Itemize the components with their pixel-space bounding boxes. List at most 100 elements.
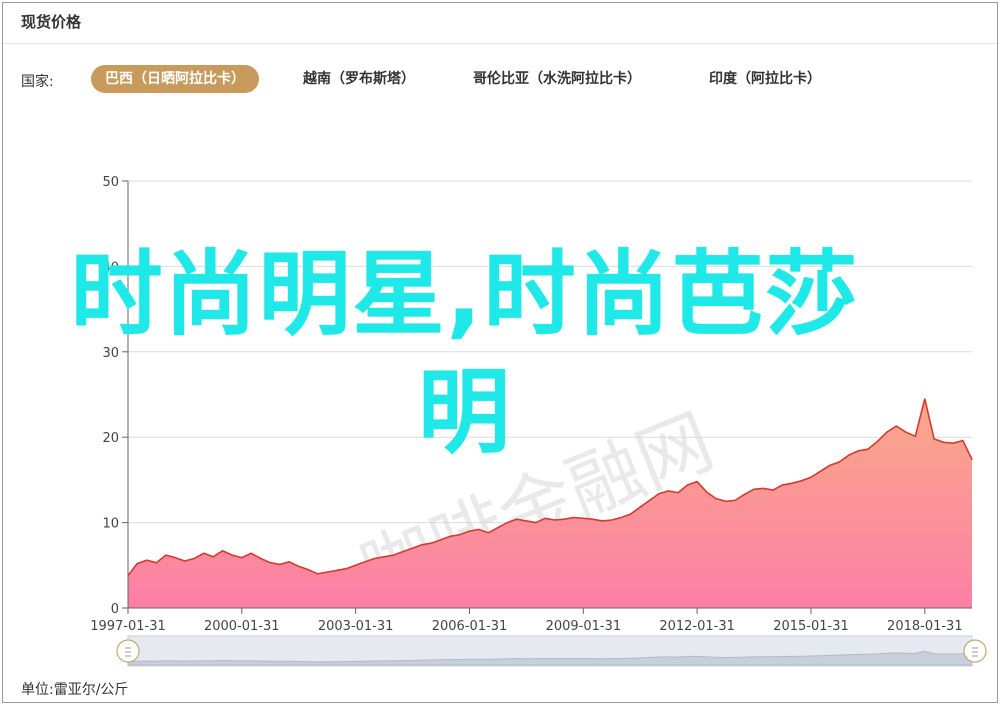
data-point bbox=[611, 519, 613, 521]
data-point bbox=[886, 431, 888, 433]
slider-handle-knob[interactable] bbox=[963, 639, 987, 663]
data-point bbox=[516, 518, 518, 520]
data-point bbox=[962, 440, 964, 442]
data-point bbox=[952, 442, 954, 444]
data-point bbox=[355, 564, 357, 566]
data-point bbox=[781, 484, 783, 486]
data-point bbox=[193, 557, 195, 560]
data-point bbox=[506, 522, 508, 524]
data-point bbox=[762, 487, 765, 489]
data-point bbox=[734, 499, 736, 501]
data-point bbox=[421, 544, 423, 546]
price-chart: 咖啡金融网 010203040501997-01-31 2000-01-31 200… bbox=[90, 175, 987, 667]
data-point bbox=[791, 482, 793, 484]
x-tick-label: 2018-01-31 bbox=[887, 619, 963, 634]
data-point bbox=[345, 568, 347, 570]
data-point bbox=[364, 561, 366, 563]
data-point bbox=[203, 552, 205, 554]
data-point bbox=[582, 517, 584, 519]
x-tick-label: 2006-01-31 bbox=[432, 619, 508, 634]
data-point bbox=[468, 530, 471, 532]
data-point bbox=[136, 563, 138, 565]
data-point bbox=[250, 552, 252, 554]
data-point bbox=[924, 398, 926, 400]
data-point bbox=[383, 556, 385, 558]
data-point bbox=[459, 534, 461, 536]
data-point bbox=[260, 557, 262, 560]
chart-area: 咖啡金融网 0 10 20 30 40 50 1997-01-31 2000-01-31 200… bbox=[0, 0, 1002, 711]
data-point bbox=[307, 569, 309, 571]
x-tick-label: 2015-01-31 bbox=[773, 619, 849, 634]
data-point bbox=[497, 527, 499, 529]
data-point bbox=[649, 499, 651, 501]
data-point bbox=[155, 562, 157, 564]
data-point bbox=[165, 554, 167, 556]
data-point bbox=[392, 554, 395, 556]
data-point bbox=[838, 461, 840, 463]
data-point bbox=[876, 440, 879, 443]
x-tick-label: 2012-01-31 bbox=[659, 619, 735, 634]
data-point bbox=[696, 481, 698, 483]
data-point bbox=[725, 500, 727, 502]
data-point bbox=[592, 518, 594, 520]
data-point bbox=[212, 556, 214, 558]
data-point bbox=[705, 491, 708, 493]
data-point bbox=[810, 476, 812, 478]
y-tick-label: 50 bbox=[102, 175, 119, 190]
data-point bbox=[848, 454, 850, 456]
data-point bbox=[269, 562, 271, 564]
data-point bbox=[753, 488, 755, 490]
slider-handle-knob[interactable] bbox=[116, 639, 140, 663]
data-point bbox=[563, 518, 565, 520]
data-point bbox=[478, 528, 480, 531]
data-point bbox=[933, 438, 935, 440]
data-point bbox=[943, 441, 945, 443]
data-point bbox=[895, 425, 897, 427]
data-point bbox=[288, 561, 290, 563]
data-point bbox=[629, 513, 632, 515]
data-point bbox=[279, 563, 281, 566]
data-point bbox=[326, 571, 328, 573]
data-point bbox=[743, 493, 746, 495]
x-tick-label: 2000-01-31 bbox=[204, 619, 280, 634]
y-tick-label: 30 bbox=[102, 346, 119, 361]
x-tick-label: 1997-01-31 bbox=[90, 619, 166, 634]
data-point bbox=[686, 484, 689, 486]
y-tick-label: 0 bbox=[111, 602, 119, 617]
data-point bbox=[914, 435, 916, 437]
data-point bbox=[335, 569, 338, 572]
data-point bbox=[667, 490, 670, 492]
data-point bbox=[800, 480, 803, 482]
data-point bbox=[905, 431, 907, 433]
data-point bbox=[819, 470, 821, 472]
data-point bbox=[184, 560, 186, 562]
data-point bbox=[298, 565, 300, 567]
data-point bbox=[440, 539, 442, 541]
data-point bbox=[677, 492, 679, 494]
data-point bbox=[772, 489, 774, 491]
x-tick-label: 2003-01-31 bbox=[318, 619, 394, 634]
data-point bbox=[658, 493, 660, 495]
data-point bbox=[573, 516, 575, 519]
range-slider-handle-left[interactable] bbox=[116, 639, 140, 663]
data-point bbox=[554, 519, 556, 521]
data-point bbox=[867, 448, 869, 450]
data-point bbox=[449, 535, 451, 537]
data-point bbox=[525, 520, 527, 522]
data-point bbox=[544, 517, 546, 519]
y-tick-label: 10 bbox=[102, 517, 119, 532]
data-point bbox=[601, 520, 603, 522]
data-point bbox=[715, 498, 717, 500]
range-slider-handle-right[interactable] bbox=[963, 639, 987, 663]
data-point bbox=[431, 542, 433, 544]
data-point bbox=[231, 554, 233, 556]
data-point bbox=[857, 450, 859, 452]
data-point bbox=[639, 506, 641, 508]
data-point bbox=[241, 557, 243, 559]
data-point bbox=[411, 547, 414, 549]
data-point bbox=[620, 516, 622, 519]
data-point bbox=[829, 464, 831, 466]
data-point bbox=[317, 573, 319, 575]
data-point bbox=[174, 557, 176, 559]
y-tick-label: 40 bbox=[102, 260, 119, 275]
